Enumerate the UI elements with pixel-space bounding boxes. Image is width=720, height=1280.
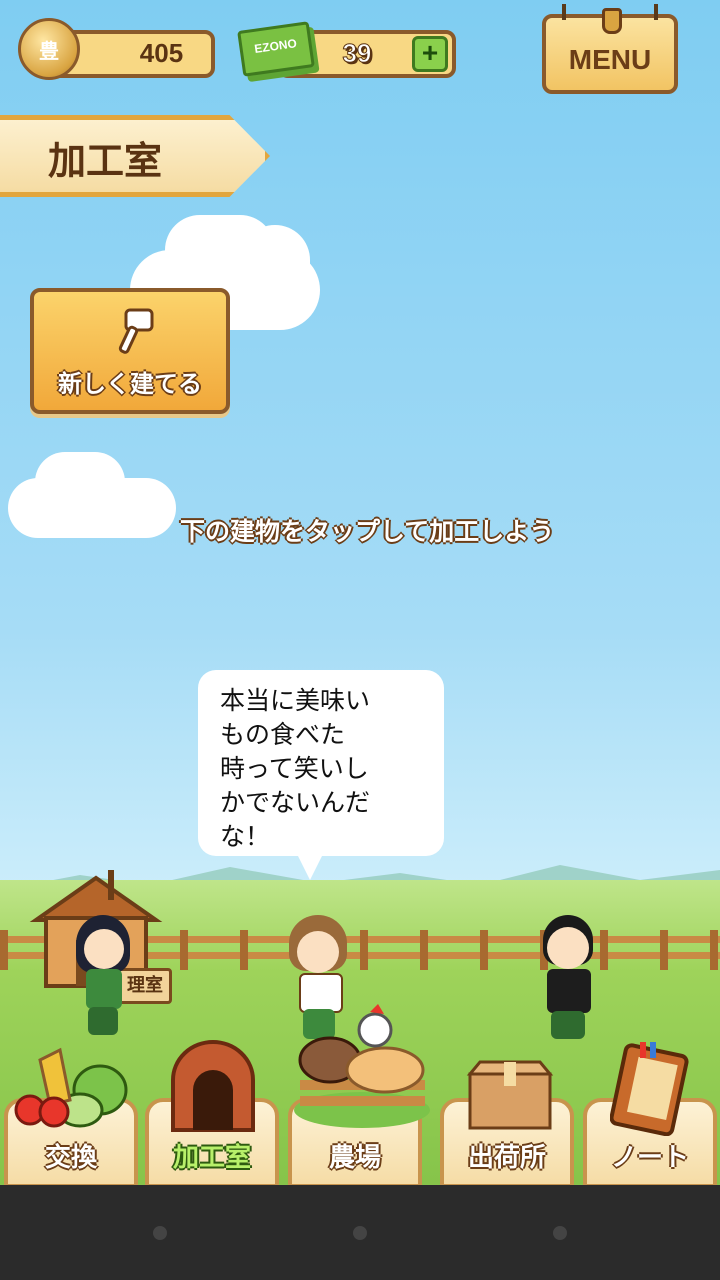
- character-girl[interactable]: [70, 915, 140, 1035]
- cloud: [35, 452, 125, 512]
- coin-value: 405: [139, 38, 184, 68]
- legs: [88, 1007, 118, 1035]
- torso: [547, 969, 591, 1013]
- build-new-button[interactable]: 新しく建てる: [30, 288, 230, 414]
- farm-animals-icon: [294, 1004, 430, 1128]
- speech-text: 本当に美味い もの食べた 時って笑いし かでないんだ な！: [220, 686, 371, 851]
- menu-button[interactable]: MENU: [542, 4, 678, 94]
- add-tickets-button[interactable]: +: [412, 36, 448, 72]
- shipping-box-icon: [466, 1060, 554, 1130]
- speech-bubble: 本当に美味い もの食べた 時って笑いし かでないんだ な！: [198, 670, 444, 856]
- hanging-string: [562, 4, 566, 20]
- instruction-text: 下の建物をタップして加工しよう: [180, 517, 555, 546]
- tab-label: ノート: [610, 1143, 689, 1173]
- coin-icon: 豊: [18, 18, 80, 80]
- face: [297, 931, 339, 973]
- tab-label: 交換: [44, 1143, 97, 1173]
- vegetables-icon: [14, 1047, 128, 1128]
- tab-label: 加工室: [172, 1143, 251, 1173]
- page-title: 加工室: [48, 139, 163, 183]
- recents-button[interactable]: [553, 1226, 567, 1240]
- hammer-icon: [118, 308, 154, 354]
- bell-icon: [602, 8, 622, 34]
- torso: [86, 969, 122, 1009]
- speech-bubble-tail: [296, 852, 324, 880]
- back-button[interactable]: [153, 1226, 167, 1240]
- build-new-label: 新しく建てる: [58, 370, 202, 398]
- brick-oven-icon: [171, 1040, 255, 1132]
- legs: [551, 1011, 585, 1039]
- cloud: [240, 225, 310, 305]
- ticket-value: 39: [342, 38, 372, 69]
- notebook-icon: [610, 1042, 689, 1136]
- tab-label: 出荷所: [467, 1143, 546, 1173]
- tab-label: 農場: [328, 1143, 381, 1173]
- face: [84, 929, 124, 969]
- face: [547, 927, 589, 969]
- hanging-string: [654, 4, 658, 20]
- character-man[interactable]: [535, 915, 605, 1040]
- home-button[interactable]: [353, 1226, 367, 1240]
- menu-label: MENU: [568, 44, 652, 75]
